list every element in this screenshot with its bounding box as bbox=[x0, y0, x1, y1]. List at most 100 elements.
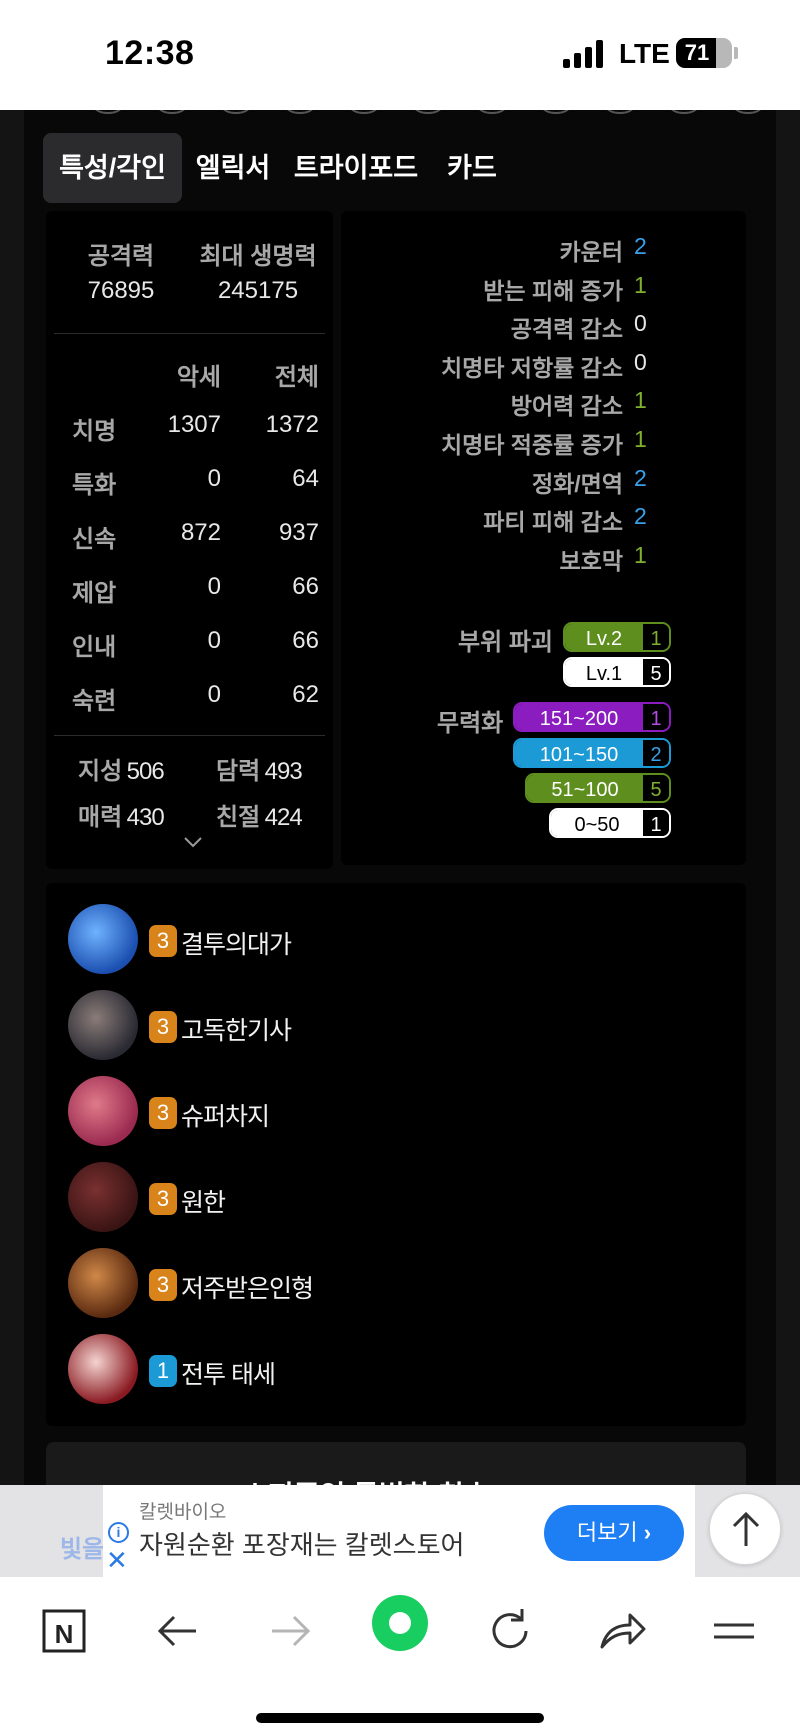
stagger-151-200: 151~200 1 bbox=[513, 702, 671, 732]
hp-value: 245175 bbox=[217, 277, 299, 304]
attack-value: 76895 bbox=[87, 277, 155, 304]
forward-arrow-icon[interactable] bbox=[260, 1601, 320, 1661]
level-count: 2 bbox=[643, 740, 669, 766]
share-icon[interactable] bbox=[592, 1601, 652, 1661]
stagger-101-150: 101~150 2 bbox=[513, 738, 671, 768]
stat-total: 66 bbox=[292, 627, 319, 654]
stat-name: 특화 bbox=[72, 472, 117, 499]
super-charge-icon bbox=[68, 1076, 138, 1146]
engraving-name: 슈퍼차지 bbox=[181, 1103, 270, 1131]
stat-total: 66 bbox=[292, 573, 319, 600]
signal-icon bbox=[563, 40, 605, 68]
effect-value: 1 bbox=[634, 271, 647, 298]
ad-more-button[interactable]: 더보기 › bbox=[544, 1505, 684, 1561]
stagger-51-100: 51~100 5 bbox=[525, 773, 671, 803]
level-name: 101~150 bbox=[515, 740, 643, 766]
attack-label: 공격력 bbox=[87, 243, 155, 270]
menu-icon[interactable] bbox=[704, 1601, 764, 1661]
effect-label: 보호막 bbox=[559, 547, 623, 574]
back-arrow-icon[interactable] bbox=[148, 1601, 208, 1661]
effect-value: 0 bbox=[634, 348, 647, 375]
effect-label: 공격력 감소 bbox=[510, 316, 623, 343]
level-name: 51~100 bbox=[527, 775, 643, 801]
chevron-right-icon: › bbox=[643, 1520, 652, 1545]
engraving-level-badge: 3 bbox=[149, 925, 177, 957]
trait-value: 424 bbox=[264, 804, 303, 831]
tab-traits-engravings[interactable]: 특성/각인 bbox=[43, 133, 182, 203]
stat-acc: 0 bbox=[207, 573, 221, 600]
effect-label: 받는 피해 증가 bbox=[483, 277, 623, 304]
arrow-up-icon bbox=[732, 1511, 760, 1546]
battery-level: 71 bbox=[684, 40, 710, 65]
stat-acc: 0 bbox=[207, 627, 221, 654]
level-count: 1 bbox=[643, 810, 669, 836]
effect-value: 1 bbox=[634, 541, 647, 568]
ad-card[interactable]: i ✕ 칼렛바이오 자원순환 포장재는 칼렛스토어 더보기 › bbox=[103, 1485, 695, 1577]
tab-elixir[interactable]: 엘릭서 bbox=[188, 133, 278, 203]
stat-name: 숙련 bbox=[72, 688, 117, 715]
stat-total: 937 bbox=[278, 519, 319, 546]
tab-tripod[interactable]: 트라이포드 bbox=[291, 133, 421, 203]
effect-value: 2 bbox=[634, 233, 647, 259]
total-header: 전체 bbox=[274, 364, 319, 391]
close-icon[interactable]: ✕ bbox=[106, 1545, 128, 1576]
stat-name: 신속 bbox=[72, 526, 117, 553]
trait-value: 430 bbox=[126, 804, 165, 831]
engravings-panel bbox=[46, 883, 746, 1426]
green-dot-icon[interactable] bbox=[370, 1593, 430, 1653]
battle-stance-icon bbox=[68, 1334, 138, 1404]
carousel-indicator bbox=[94, 110, 784, 122]
battery-cap bbox=[734, 47, 738, 59]
effect-label: 방어력 감소 bbox=[510, 393, 623, 420]
scroll-top-button[interactable] bbox=[709, 1493, 781, 1565]
trait-value: 493 bbox=[264, 758, 303, 785]
trait-item: 담력 493 bbox=[216, 751, 303, 786]
stagger-label: 무력화 bbox=[437, 710, 504, 737]
effect-value: 2 bbox=[634, 503, 647, 530]
effect-label: 파티 피해 감소 bbox=[483, 509, 623, 536]
engraving-name: 원한 bbox=[181, 1189, 226, 1217]
chevron-down-icon[interactable] bbox=[183, 836, 203, 848]
engraving-level-badge: 3 bbox=[149, 1097, 177, 1129]
info-icon[interactable]: i bbox=[108, 1522, 129, 1543]
stat-total: 1372 bbox=[265, 411, 319, 438]
network-type: LTE bbox=[619, 38, 670, 69]
stagger-0-50: 0~50 1 bbox=[549, 808, 671, 838]
stat-acc: 1307 bbox=[167, 411, 221, 438]
stat-total: 62 bbox=[292, 681, 319, 708]
engraving-level-badge: 3 bbox=[149, 1269, 177, 1301]
level-name: 151~200 bbox=[515, 704, 643, 730]
engraving-level-badge: 3 bbox=[149, 1183, 177, 1215]
engraving-name: 고독한기사 bbox=[181, 1017, 292, 1045]
refresh-icon[interactable] bbox=[480, 1601, 540, 1661]
ad-more-label: 더보기 bbox=[576, 1520, 638, 1545]
engraving-level-badge: 3 bbox=[149, 1011, 177, 1043]
level-name: 0~50 bbox=[551, 810, 643, 836]
part-break-lv1: Lv.1 5 bbox=[563, 657, 671, 687]
effect-value: 0 bbox=[634, 310, 647, 337]
trait-name: 지성 bbox=[78, 758, 123, 785]
hp-label: 최대 생명력 bbox=[199, 243, 317, 270]
naver-home-icon[interactable]: N bbox=[34, 1601, 94, 1661]
stat-acc: 0 bbox=[207, 681, 221, 708]
ad-background-text: 빛을 bbox=[60, 1536, 105, 1563]
stats-panel: 공격력 76895 최대 생명력 245175 악세 전체 치명 1307 13… bbox=[46, 211, 333, 869]
svg-text:N: N bbox=[55, 1619, 74, 1649]
effect-label: 치명타 적중률 증가 bbox=[440, 432, 623, 458]
engraving-name: 저주받은인형 bbox=[181, 1275, 314, 1303]
level-name: Lv.2 bbox=[565, 624, 643, 650]
ad-headline: 자원순환 포장재는 칼렛스토어 bbox=[139, 1530, 465, 1560]
tab-card[interactable]: 카드 bbox=[440, 133, 504, 203]
stat-total: 64 bbox=[292, 465, 319, 492]
trait-name: 친절 bbox=[216, 804, 261, 831]
engraving-name: 전투 태세 bbox=[181, 1361, 276, 1389]
part-break-lv2: Lv.2 1 bbox=[563, 622, 671, 652]
level-count: 5 bbox=[643, 775, 669, 801]
engraving-level-badge: 1 bbox=[149, 1355, 177, 1387]
effect-value: 1 bbox=[634, 387, 647, 414]
battery-icon: 71 bbox=[676, 38, 732, 68]
stat-name: 인내 bbox=[72, 634, 117, 661]
duel-master-icon bbox=[68, 904, 138, 974]
browser-toolbar: N bbox=[0, 1577, 800, 1734]
home-indicator bbox=[256, 1713, 544, 1723]
